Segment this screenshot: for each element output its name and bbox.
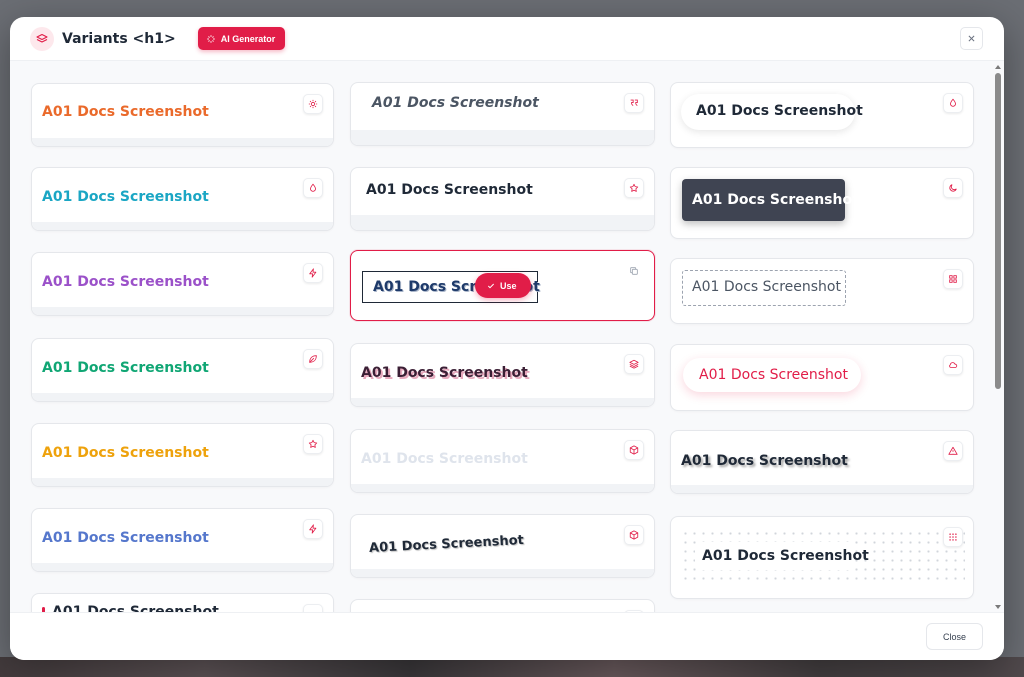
use-button-label: Use <box>500 280 517 291</box>
use-button[interactable]: Use <box>475 273 531 298</box>
check-icon <box>487 283 495 288</box>
page-title: Variants <h1> <box>62 30 176 47</box>
layers-icon <box>30 26 54 51</box>
variant-card[interactable]: A01 Docs Screenshot <box>350 343 655 407</box>
variant-card[interactable]: A01 Docs Screenshot <box>31 593 334 612</box>
dots-grid-icon[interactable] <box>943 527 963 547</box>
variant-sample-text: A01 Docs Screenshot <box>52 604 219 612</box>
moon-icon[interactable] <box>943 178 963 198</box>
close-button[interactable]: Close <box>926 623 983 650</box>
droplet-icon[interactable] <box>303 178 323 198</box>
variant-sample-text: A01 Docs Screenshot <box>42 530 209 546</box>
backdrop <box>0 657 1024 677</box>
scroll-down-arrow-icon[interactable] <box>995 605 1001 609</box>
variant-card[interactable]: A01 Docs Screenshot <box>31 167 334 231</box>
doc-icon[interactable] <box>303 604 323 612</box>
variant-card[interactable]: A01 Docs Screenshot <box>31 423 334 487</box>
variant-sample-text: A01 Docs Screenshot <box>699 367 848 383</box>
ai-generator-button[interactable]: AI Generator <box>197 27 286 50</box>
variant-sample-text: A01 Docs Screenshot <box>42 445 209 461</box>
quote-icon[interactable] <box>624 93 644 113</box>
modal-header: Variants <h1> AI Generator <box>10 17 1004 61</box>
star-icon[interactable] <box>303 434 323 454</box>
sparkles-icon <box>206 34 215 43</box>
variant-sample-text: A01 Docs Screenshot <box>42 360 209 376</box>
copy-icon[interactable] <box>624 261 644 281</box>
variant-card-selected[interactable]: A01 Docs Screenshot Use <box>350 250 655 321</box>
scrollbar-thumb[interactable] <box>995 73 1001 389</box>
cloud-icon[interactable] <box>943 355 963 375</box>
variant-sample-text: A01 Docs Screenshot <box>702 548 869 564</box>
droplet-icon[interactable] <box>943 93 963 113</box>
variant-card[interactable]: A01 Docs Screenshot <box>31 83 334 147</box>
modal-footer: Close <box>10 612 1004 660</box>
variant-sample-text: A01 Docs Screenshot <box>361 451 528 467</box>
close-icon <box>968 35 975 42</box>
variant-sample-text: A01 Docs Screenshot <box>696 103 863 119</box>
cube-icon[interactable] <box>624 440 644 460</box>
ai-generator-label: AI Generator <box>220 33 276 44</box>
variant-sample-text: A01 Docs Screenshot <box>692 192 859 208</box>
variants-grid: A01 Docs Screenshot A01 Docs Screenshot … <box>10 61 1004 612</box>
variant-card[interactable]: A01 Docs Screenshot <box>670 430 974 494</box>
close-icon-button[interactable] <box>960 27 983 50</box>
variant-sample-text: A01 Docs Screenshot <box>42 274 209 290</box>
variant-card[interactable]: A01 Docs Screenshot <box>31 338 334 402</box>
leaf-icon[interactable] <box>303 349 323 369</box>
grid-icon[interactable] <box>943 269 963 289</box>
variant-card[interactable]: A01 Docs Screenshot <box>350 82 655 146</box>
variant-card[interactable]: A01 Docs Screenshot <box>31 252 334 316</box>
variant-sample-text: A01 Docs Screenshot <box>692 279 841 295</box>
variant-sample-text: A01 Docs Screenshot <box>681 453 848 469</box>
scroll-up-arrow-icon[interactable] <box>995 65 1001 69</box>
cube-icon[interactable] <box>624 525 644 545</box>
variant-card[interactable]: A01 Docs Screenshot <box>670 167 974 239</box>
variant-card[interactable]: A01 Docs Screenshot <box>670 258 974 324</box>
bolt-icon[interactable] <box>303 263 323 283</box>
variant-sample-text: A01 Docs Screenshot <box>366 182 533 198</box>
sun-icon[interactable] <box>303 94 323 114</box>
variant-card[interactable]: A01 Docs Screenshot <box>350 429 655 493</box>
variant-sample-text: A01 Docs Screenshot <box>42 104 209 120</box>
variant-card[interactable]: A01 Docs Screenshot <box>31 508 334 572</box>
star-icon[interactable] <box>624 178 644 198</box>
scrollbar[interactable] <box>994 61 1002 612</box>
variant-sample-text: A01 Docs Screenshot <box>368 532 525 557</box>
variant-card[interactable]: A01 Docs Screenshot <box>670 344 974 411</box>
variant-card[interactable]: A01 Docs Screenshot <box>350 514 655 578</box>
variant-sample-text: A01 Docs Screenshot <box>372 95 539 111</box>
variant-sample-text: A01 Docs Screenshot <box>361 365 528 381</box>
layers-icon[interactable] <box>624 354 644 374</box>
variant-card[interactable] <box>350 599 655 612</box>
variants-modal: Variants <h1> AI Generator A01 Docs Scre… <box>10 17 1004 660</box>
bolt-icon[interactable] <box>303 519 323 539</box>
variant-card[interactable]: A01 Docs Screenshot <box>670 516 974 599</box>
warning-icon[interactable] <box>943 441 963 461</box>
variant-sample-text: A01 Docs Screenshot <box>42 189 209 205</box>
variant-card[interactable]: A01 Docs Screenshot <box>670 82 974 148</box>
variant-card[interactable]: A01 Docs Screenshot <box>350 167 655 231</box>
